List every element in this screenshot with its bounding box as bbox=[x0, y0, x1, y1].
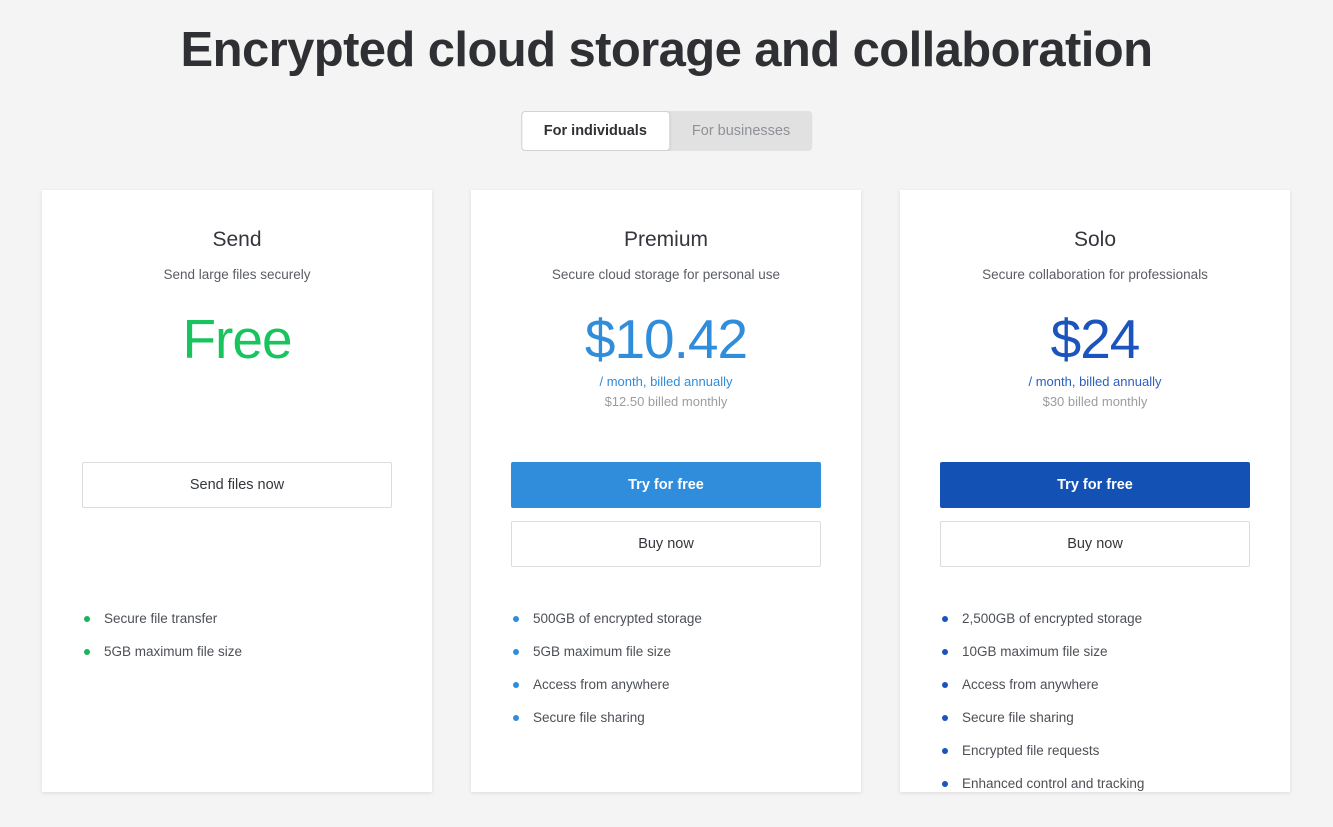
plan-feature-list: Secure file transfer 5GB maximum file si… bbox=[42, 611, 432, 660]
pricing-card-list: Send Send large files securely Free Send… bbox=[42, 190, 1292, 792]
feature-item: 500GB of encrypted storage bbox=[511, 611, 821, 627]
feature-item: 2,500GB of encrypted storage bbox=[940, 611, 1250, 627]
plan-tagline: Secure collaboration for professionals bbox=[900, 267, 1290, 282]
pricing-page: Encrypted cloud storage and collaboratio… bbox=[0, 0, 1333, 827]
plan-price-block: $10.42 / month, billed annually $12.50 b… bbox=[471, 308, 861, 458]
plan-feature-list: 2,500GB of encrypted storage 10GB maximu… bbox=[900, 611, 1290, 792]
plan-price: $10.42 bbox=[585, 308, 747, 370]
plan-name: Send bbox=[42, 228, 432, 252]
feature-item: Access from anywhere bbox=[511, 677, 821, 693]
feature-item: 5GB maximum file size bbox=[511, 644, 821, 660]
try-for-free-button[interactable]: Try for free bbox=[511, 462, 821, 508]
plan-monthly-note: $30 billed monthly bbox=[1043, 394, 1148, 409]
plan-actions: Try for free Buy now bbox=[471, 462, 861, 567]
feature-item: Encrypted file requests bbox=[940, 743, 1250, 759]
pricing-card-premium: Premium Secure cloud storage for persona… bbox=[471, 190, 861, 792]
pricing-card-solo: Solo Secure collaboration for profession… bbox=[900, 190, 1290, 792]
feature-item: Access from anywhere bbox=[940, 677, 1250, 693]
plan-price-period: / month, billed annually bbox=[600, 374, 733, 389]
plan-price-period: / month, billed annually bbox=[1029, 374, 1162, 389]
feature-item: Secure file sharing bbox=[940, 710, 1250, 726]
feature-item: Secure file sharing bbox=[511, 710, 821, 726]
plan-tagline: Send large files securely bbox=[42, 267, 432, 282]
plan-price-block: Free bbox=[42, 308, 432, 458]
plan-name: Solo bbox=[900, 228, 1290, 252]
plan-actions: Send files now bbox=[42, 462, 432, 508]
pricing-card-send: Send Send large files securely Free Send… bbox=[42, 190, 432, 792]
plan-price-block: $24 / month, billed annually $30 billed … bbox=[900, 308, 1290, 458]
toggle-for-individuals[interactable]: For individuals bbox=[521, 111, 670, 151]
send-files-now-button[interactable]: Send files now bbox=[82, 462, 392, 508]
plan-feature-list: 500GB of encrypted storage 5GB maximum f… bbox=[471, 611, 861, 726]
try-for-free-button[interactable]: Try for free bbox=[940, 462, 1250, 508]
plan-monthly-note: $12.50 billed monthly bbox=[605, 394, 728, 409]
buy-now-button[interactable]: Buy now bbox=[511, 521, 821, 567]
buy-now-button[interactable]: Buy now bbox=[940, 521, 1250, 567]
audience-toggle[interactable]: For individuals For businesses bbox=[521, 111, 812, 151]
feature-item: Secure file transfer bbox=[82, 611, 392, 627]
feature-item: 5GB maximum file size bbox=[82, 644, 392, 660]
plan-tagline: Secure cloud storage for personal use bbox=[471, 267, 861, 282]
feature-item: Enhanced control and tracking bbox=[940, 776, 1250, 792]
plan-name: Premium bbox=[471, 228, 861, 252]
plan-price: Free bbox=[182, 308, 291, 370]
page-title: Encrypted cloud storage and collaboratio… bbox=[0, 22, 1333, 78]
toggle-for-businesses[interactable]: For businesses bbox=[670, 111, 812, 151]
feature-item: 10GB maximum file size bbox=[940, 644, 1250, 660]
plan-actions: Try for free Buy now bbox=[900, 462, 1290, 567]
plan-price: $24 bbox=[1051, 308, 1140, 370]
